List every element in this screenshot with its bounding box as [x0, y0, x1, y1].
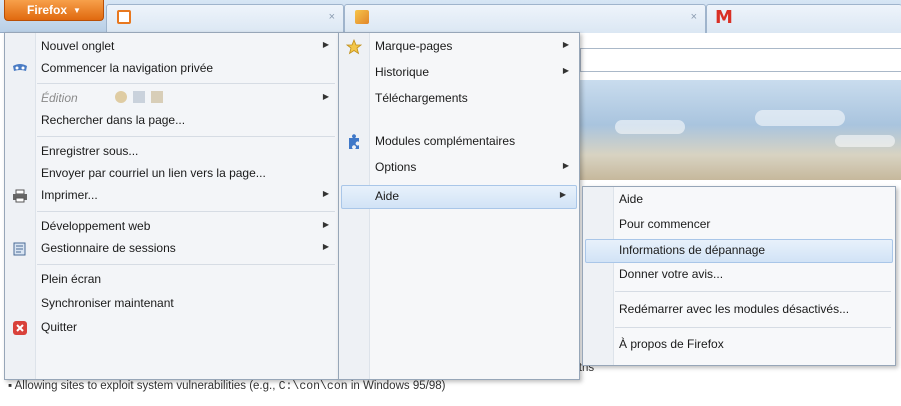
- firefox-secondary-menu: Marque-pages ▶ Historique ▶ Téléchargeme…: [338, 32, 580, 380]
- tab-page[interactable]: ×: [344, 4, 706, 33]
- menu-item-sync-now[interactable]: Synchroniser maintenant: [5, 293, 339, 315]
- close-tab-icon[interactable]: ×: [329, 11, 335, 23]
- cut-icon: [115, 91, 127, 103]
- close-tab-icon[interactable]: ×: [691, 11, 697, 23]
- submenu-arrow-icon: ▶: [322, 242, 329, 251]
- menu-item-save-as[interactable]: Enregistrer sous...: [5, 141, 339, 163]
- menu-item-private-browsing[interactable]: Commencer la navigation privée: [5, 58, 339, 80]
- menu-item-submit-feedback[interactable]: Donner votre avis...: [583, 264, 895, 286]
- printer-icon: [13, 189, 27, 203]
- menu-item-print[interactable]: Imprimer... ▶: [5, 185, 339, 207]
- firefox-menu-button[interactable]: Firefox ▼: [4, 0, 104, 21]
- menu-item-history[interactable]: Historique ▶: [339, 62, 579, 84]
- menu-item-help[interactable]: Aide ▶: [341, 185, 577, 209]
- menu-item-web-developer[interactable]: Développement web ▶: [5, 216, 339, 238]
- submenu-arrow-icon: ▶: [322, 92, 329, 101]
- menu-item-edit[interactable]: Édition ▶: [5, 88, 339, 110]
- menu-item-bookmarks[interactable]: Marque-pages ▶: [339, 36, 579, 58]
- submenu-arrow-icon: ▶: [322, 40, 329, 49]
- menu-item-help-contents[interactable]: Aide: [583, 189, 895, 211]
- gmail-icon: M: [715, 7, 733, 28]
- menu-item-getting-started[interactable]: Pour commencer: [583, 214, 895, 236]
- private-mask-icon: [13, 64, 27, 71]
- help-submenu: Aide Pour commencer Informations de dépa…: [582, 186, 896, 366]
- tab-calendar[interactable]: ×: [106, 4, 344, 33]
- submenu-arrow-icon: ▶: [562, 66, 569, 75]
- menu-item-email-link[interactable]: Envoyer par courriel un lien vers la pag…: [5, 163, 339, 185]
- copy-icon: [133, 91, 145, 103]
- page-banner-image: [575, 80, 901, 180]
- menu-item-options[interactable]: Options ▶: [339, 157, 579, 179]
- paste-icon: [151, 91, 163, 103]
- submenu-arrow-icon: ▶: [559, 190, 566, 199]
- menu-item-troubleshooting-info[interactable]: Informations de dépannage: [585, 239, 893, 263]
- submenu-arrow-icon: ▶: [562, 40, 569, 49]
- page-icon: [355, 10, 369, 24]
- chevron-down-icon: ▼: [73, 5, 81, 15]
- firefox-main-menu: Nouvel onglet ▶ Commencer la navigation …: [4, 32, 340, 380]
- page-bullet-text: ▪ Allowing sites to exploit system vulne…: [8, 380, 446, 393]
- submenu-arrow-icon: ▶: [322, 220, 329, 229]
- bullet-icon: ▪: [8, 380, 15, 392]
- calendar-icon: [117, 10, 131, 24]
- address-bar[interactable]: [580, 48, 901, 72]
- submenu-arrow-icon: ▶: [322, 189, 329, 198]
- menu-item-quit[interactable]: Quitter: [5, 317, 339, 339]
- tab-gmail[interactable]: M: [706, 4, 901, 33]
- tab-strip: Firefox ▼ × × M: [0, 0, 901, 33]
- menu-item-restart-addons-disabled[interactable]: Redémarrer avec les modules désactivés..…: [583, 299, 895, 321]
- menu-item-about-firefox[interactable]: À propos de Firefox: [583, 334, 895, 356]
- submenu-arrow-icon: ▶: [562, 161, 569, 170]
- puzzle-icon: [349, 134, 359, 149]
- menu-item-new-tab[interactable]: Nouvel onglet ▶: [5, 36, 339, 58]
- star-icon: [346, 39, 362, 55]
- firefox-button-label: Firefox: [27, 3, 68, 17]
- menu-item-downloads[interactable]: Téléchargements: [339, 88, 579, 110]
- menu-item-find-in-page[interactable]: Rechercher dans la page...: [5, 110, 339, 132]
- menu-item-session-manager[interactable]: Gestionnaire de sessions ▶: [5, 238, 339, 260]
- session-manager-icon: [13, 242, 26, 256]
- quit-icon: [13, 321, 27, 335]
- menu-item-add-ons[interactable]: Modules complémentaires: [339, 131, 579, 153]
- menu-item-full-screen[interactable]: Plein écran: [5, 269, 339, 291]
